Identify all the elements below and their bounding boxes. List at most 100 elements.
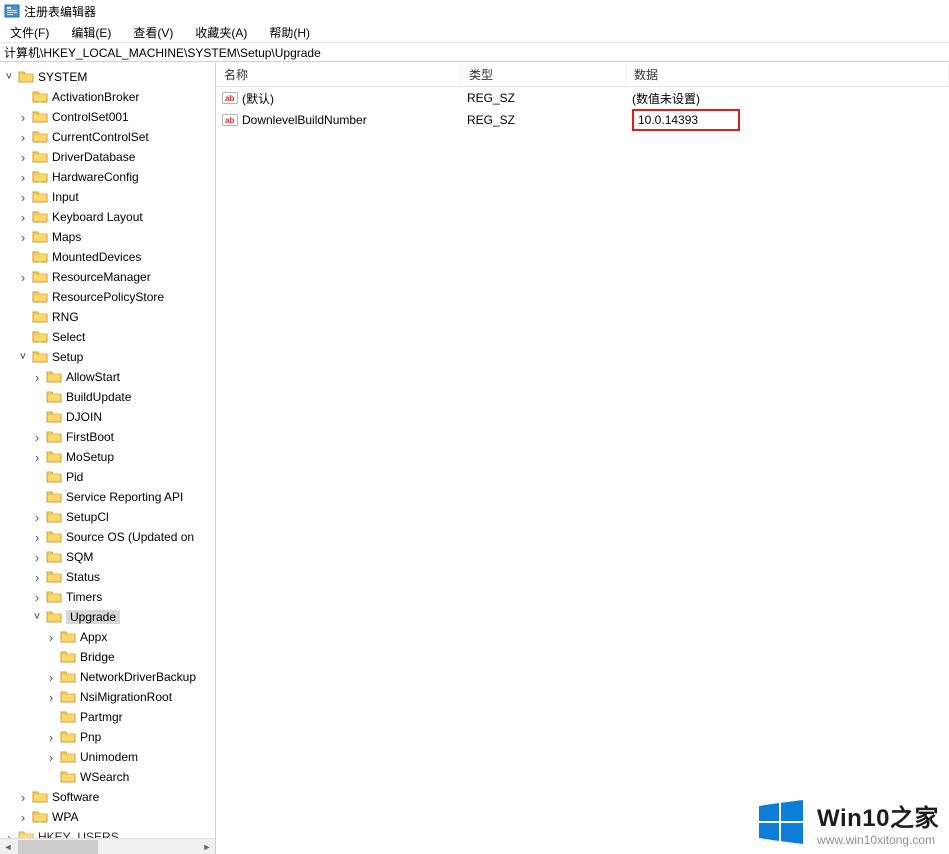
chevron-right-icon[interactable]: › bbox=[44, 730, 58, 745]
tree-node[interactable]: ›MoSetup bbox=[0, 447, 215, 467]
tree-node[interactable]: › Appx bbox=[0, 627, 215, 647]
scroll-right-icon[interactable]: ► bbox=[199, 839, 215, 854]
chevron-right-icon[interactable]: › bbox=[16, 790, 30, 805]
address-bar[interactable]: 计算机\HKEY_LOCAL_MACHINE\SYSTEM\Setup\Upgr… bbox=[0, 42, 949, 62]
chevron-right-icon[interactable]: › bbox=[30, 450, 44, 465]
chevron-right-icon[interactable]: › bbox=[2, 830, 16, 839]
tree-node[interactable]: ›FirstBoot bbox=[0, 427, 215, 447]
tree-node[interactable]: › HKEY_USERS bbox=[0, 827, 215, 838]
folder-icon bbox=[32, 289, 48, 305]
folder-icon bbox=[32, 789, 48, 805]
chevron-right-icon[interactable]: › bbox=[44, 750, 58, 765]
tree-node[interactable]: ›SetupCl bbox=[0, 507, 215, 527]
tree-node[interactable]: ›Keyboard Layout bbox=[0, 207, 215, 227]
chevron-right-icon[interactable]: › bbox=[30, 370, 44, 385]
tree-node-label: HardwareConfig bbox=[52, 170, 139, 184]
folder-icon bbox=[32, 169, 48, 185]
tree-node-label: Appx bbox=[80, 630, 107, 644]
tree-node[interactable]: ›Unimodem bbox=[0, 747, 215, 767]
watermark-url: www.win10xitong.com bbox=[817, 833, 939, 847]
tree-node[interactable]: ›ResourceManager bbox=[0, 267, 215, 287]
tree-node[interactable]: ˅SYSTEM bbox=[0, 67, 215, 87]
chevron-right-icon[interactable]: › bbox=[16, 170, 30, 185]
svg-text:ab: ab bbox=[225, 94, 234, 103]
chevron-right-icon[interactable]: › bbox=[16, 150, 30, 165]
tree-node[interactable]: ›SQM bbox=[0, 547, 215, 567]
tree-node[interactable]: ›Source OS (Updated on bbox=[0, 527, 215, 547]
chevron-down-icon[interactable]: ˅ bbox=[2, 71, 16, 83]
tree-node[interactable]: DJOIN bbox=[0, 407, 215, 427]
tree-node-label: ControlSet001 bbox=[52, 110, 129, 124]
tree-node[interactable]: ›Status bbox=[0, 567, 215, 587]
tree-node[interactable]: ActivationBroker bbox=[0, 87, 215, 107]
menu-favorites[interactable]: 收藏夹(A) bbox=[189, 23, 253, 42]
chevron-right-icon[interactable]: › bbox=[44, 690, 58, 705]
chevron-right-icon[interactable]: › bbox=[16, 810, 30, 825]
tree-node[interactable]: ›WPA bbox=[0, 807, 215, 827]
tree-node[interactable]: ˅Setup bbox=[0, 347, 215, 367]
menu-view[interactable]: 查看(V) bbox=[127, 23, 179, 42]
value-type-cell: REG_SZ bbox=[461, 113, 626, 127]
tree-node[interactable]: ›NetworkDriverBackup bbox=[0, 667, 215, 687]
tree-node[interactable]: ›DriverDatabase bbox=[0, 147, 215, 167]
chevron-right-icon[interactable]: › bbox=[30, 550, 44, 565]
chevron-down-icon[interactable]: ˅ bbox=[30, 611, 44, 623]
tree-node[interactable]: Select bbox=[0, 327, 215, 347]
menu-help[interactable]: 帮助(H) bbox=[263, 23, 316, 42]
menu-file[interactable]: 文件(F) bbox=[4, 23, 55, 42]
chevron-down-icon[interactable]: ˅ bbox=[16, 351, 30, 363]
tree-node[interactable]: › HardwareConfig bbox=[0, 167, 215, 187]
tree-node[interactable]: Service Reporting API bbox=[0, 487, 215, 507]
tree-node[interactable]: ›Input bbox=[0, 187, 215, 207]
chevron-right-icon[interactable]: › bbox=[16, 110, 30, 125]
registry-tree[interactable]: ˅SYSTEMActivationBroker › ControlSet001 ›Cu… bbox=[0, 67, 215, 838]
tree-node[interactable]: ›CurrentControlSet bbox=[0, 127, 215, 147]
scroll-left-icon[interactable]: ◄ bbox=[0, 839, 16, 854]
tree-node[interactable]: Pid bbox=[0, 467, 215, 487]
chevron-right-icon[interactable]: › bbox=[16, 210, 30, 225]
tree-node[interactable]: WSearch bbox=[0, 767, 215, 787]
folder-icon bbox=[46, 509, 62, 525]
chevron-right-icon[interactable]: › bbox=[16, 190, 30, 205]
chevron-right-icon[interactable]: › bbox=[30, 590, 44, 605]
tree-node[interactable]: ›Maps bbox=[0, 227, 215, 247]
highlighted-value: 10.0.14393 bbox=[632, 109, 740, 131]
folder-icon bbox=[32, 249, 48, 265]
chevron-right-icon[interactable]: › bbox=[16, 270, 30, 285]
tree-node[interactable]: › ControlSet001 bbox=[0, 107, 215, 127]
tree-node[interactable]: Bridge bbox=[0, 647, 215, 667]
tree-node[interactable]: RNG bbox=[0, 307, 215, 327]
tree-node[interactable]: ResourcePolicyStore bbox=[0, 287, 215, 307]
tree-node[interactable]: BuildUpdate bbox=[0, 387, 215, 407]
chevron-right-icon[interactable]: › bbox=[16, 130, 30, 145]
chevron-right-icon[interactable]: › bbox=[30, 570, 44, 585]
chevron-right-icon[interactable]: › bbox=[44, 630, 58, 645]
column-data[interactable]: 数据 bbox=[626, 63, 949, 86]
chevron-right-icon[interactable]: › bbox=[16, 230, 30, 245]
tree-node[interactable]: ›Software bbox=[0, 787, 215, 807]
chevron-right-icon[interactable]: › bbox=[30, 430, 44, 445]
tree-node[interactable]: ›Pnp bbox=[0, 727, 215, 747]
values-header: 名称 类型 数据 bbox=[216, 63, 949, 87]
value-row[interactable]: ab(默认)REG_SZ(数值未设置) bbox=[216, 87, 949, 109]
chevron-right-icon[interactable]: › bbox=[30, 530, 44, 545]
tree-node-label: HKEY_USERS bbox=[38, 830, 119, 838]
values-list[interactable]: ab(默认)REG_SZ(数值未设置)abDownlevelBuildNumbe… bbox=[216, 87, 949, 131]
tree-node[interactable]: Partmgr bbox=[0, 707, 215, 727]
chevron-right-icon[interactable]: › bbox=[30, 510, 44, 525]
value-row[interactable]: abDownlevelBuildNumberREG_SZ10.0.14393 bbox=[216, 109, 949, 131]
tree-node-label: Timers bbox=[66, 590, 102, 604]
tree-node[interactable]: ›AllowStart bbox=[0, 367, 215, 387]
tree-node[interactable]: ›NsiMigrationRoot bbox=[0, 687, 215, 707]
chevron-right-icon[interactable]: › bbox=[44, 670, 58, 685]
main-area: ˅SYSTEMActivationBroker › ControlSet001 ›Cu… bbox=[0, 62, 949, 854]
column-type[interactable]: 类型 bbox=[461, 63, 626, 86]
menu-edit[interactable]: 编辑(E) bbox=[65, 23, 117, 42]
scroll-thumb[interactable] bbox=[18, 840, 98, 854]
tree-node[interactable]: ˅Upgrade bbox=[0, 607, 215, 627]
column-name[interactable]: 名称 bbox=[216, 63, 461, 86]
tree-horizontal-scrollbar[interactable]: ◄ ► bbox=[0, 838, 215, 854]
string-value-icon: ab bbox=[222, 112, 238, 128]
tree-node[interactable]: › Timers bbox=[0, 587, 215, 607]
tree-node[interactable]: MountedDevices bbox=[0, 247, 215, 267]
